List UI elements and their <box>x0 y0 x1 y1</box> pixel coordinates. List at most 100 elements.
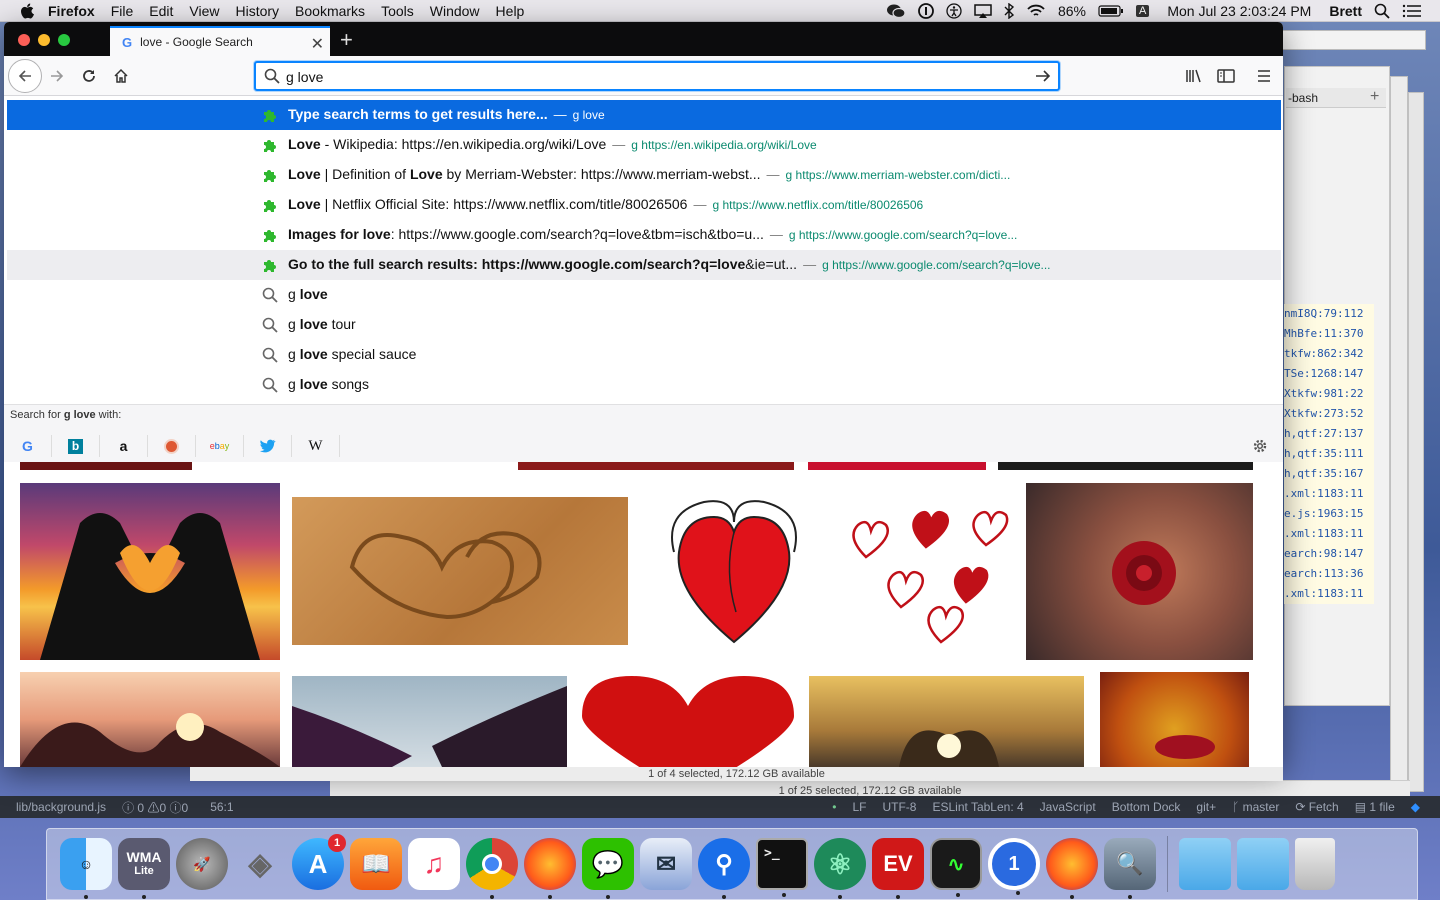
menu-button[interactable] <box>1249 62 1279 90</box>
autocomplete-extension-row[interactable]: Love | Netflix Official Site: https://ww… <box>7 190 1281 220</box>
apple-icon[interactable] <box>20 3 34 19</box>
menu-history[interactable]: History <box>227 3 287 19</box>
bluetooth-status-icon[interactable] <box>998 3 1020 19</box>
app-store-dock-icon[interactable]: A1 <box>292 834 346 890</box>
menu-app-name[interactable]: Firefox <box>34 3 103 19</box>
terminal-dock-icon[interactable]: >_ <box>756 838 808 897</box>
engine-wikipedia-button[interactable]: W <box>292 435 340 457</box>
clock[interactable]: Mon Jul 23 2:03:24 PM <box>1155 3 1317 19</box>
engine-bing-button[interactable]: b <box>52 435 100 457</box>
search-suggestion-row[interactable]: g love <box>7 280 1281 310</box>
wifi-status-icon[interactable] <box>1020 3 1052 19</box>
image-result-partial[interactable] <box>518 462 794 470</box>
finder-dock-icon[interactable]: ☺ <box>60 838 112 899</box>
onepassword-status-icon[interactable] <box>912 3 940 19</box>
autocomplete-extension-row[interactable]: Love | Definition of Love by Merriam-Web… <box>7 160 1281 190</box>
url-input[interactable] <box>286 67 1026 87</box>
image-result-holding-hands[interactable] <box>292 676 567 767</box>
input-source-indicator[interactable]: A <box>1130 5 1155 17</box>
atom-dock-icon[interactable]: ⚛ <box>814 838 866 899</box>
search-suggestion-row[interactable]: g love special sauce <box>7 340 1281 370</box>
menu-tools[interactable]: Tools <box>373 3 422 19</box>
autocomplete-extension-row[interactable]: Images for love: https://www.google.com/… <box>7 220 1281 250</box>
image-result-hands-heart-sunset[interactable] <box>20 483 280 660</box>
itunes-dock-icon[interactable]: ♫ <box>408 838 460 890</box>
image-result-doodle-hearts[interactable] <box>836 497 1014 647</box>
image-result-partial[interactable] <box>20 462 192 470</box>
image-result-red-heart[interactable] <box>582 676 794 767</box>
search-suggestion-row[interactable]: g love tour <box>7 310 1281 340</box>
user-name[interactable]: Brett <box>1317 3 1368 19</box>
close-tab-icon[interactable]: ✕ <box>311 34 324 54</box>
zoom-window-button[interactable] <box>58 34 70 46</box>
menu-file[interactable]: File <box>103 3 142 19</box>
reload-button[interactable] <box>74 62 104 90</box>
image-result-partial[interactable] <box>808 462 986 470</box>
maps-pin-dock-icon[interactable]: ⚲ <box>698 838 750 899</box>
image-result-kiss[interactable] <box>1100 672 1249 767</box>
library-button[interactable] <box>1179 62 1209 90</box>
engine-duckduckgo-button[interactable] <box>148 435 196 457</box>
trash-dock-icon[interactable] <box>1295 838 1335 890</box>
accessibility-status-icon[interactable] <box>940 3 968 19</box>
wechat-status-icon[interactable] <box>880 3 912 19</box>
new-terminal-tab-icon[interactable]: + <box>1370 88 1379 106</box>
status-cursor-position[interactable]: 56:1 <box>196 800 241 814</box>
launchpad-dock-icon[interactable]: 🚀 <box>176 838 228 890</box>
status-encoding[interactable]: UTF-8 <box>874 800 924 814</box>
menu-bookmarks[interactable]: Bookmarks <box>287 3 373 19</box>
sidebar-button[interactable] <box>1211 62 1241 90</box>
tab-google-search[interactable]: G love - Google Search ✕ <box>110 26 330 56</box>
wechat-dock-icon[interactable]: 💬 <box>582 838 634 899</box>
image-result-heart-in-hands[interactable] <box>644 492 819 650</box>
status-file-path[interactable]: lib/background.js <box>0 800 114 814</box>
image-result-rose-in-hand[interactable] <box>1026 483 1253 660</box>
status-linter[interactable]: ESLint TabLen: 4 <box>924 800 1031 814</box>
menu-help[interactable]: Help <box>488 3 533 19</box>
status-fetch[interactable]: ⟳ Fetch <box>1287 800 1346 814</box>
engine-amazon-button[interactable]: a <box>100 435 148 457</box>
image-result-hands-sunset-2[interactable] <box>20 672 280 767</box>
wma-lite-dock-icon[interactable]: WMA Lite <box>118 838 170 899</box>
engine-twitter-button[interactable] <box>244 435 292 457</box>
battery-icon[interactable] <box>1092 4 1130 18</box>
chrome-dock-icon[interactable] <box>466 838 518 899</box>
activity-monitor-dock-icon[interactable]: ∿ <box>930 838 982 897</box>
ibooks-dock-icon[interactable]: 📖 <box>350 838 402 890</box>
status-grammar[interactable]: JavaScript <box>1032 800 1104 814</box>
expressvpn-dock-icon[interactable]: EV <box>872 838 924 899</box>
documents-folder-dock-icon[interactable] <box>1237 838 1289 890</box>
status-lint-counts[interactable]: ⓘ 0 ⚠0 ⓘ0 <box>114 799 196 816</box>
minimize-window-button[interactable] <box>38 34 50 46</box>
xcode-instruments-dock-icon[interactable]: ◈ <box>234 838 286 890</box>
mail-dock-icon[interactable]: ✉ <box>640 838 692 890</box>
menu-view[interactable]: View <box>181 3 227 19</box>
forward-button[interactable] <box>42 62 72 90</box>
image-result-partial[interactable] <box>998 462 1253 470</box>
menu-edit[interactable]: Edit <box>141 3 181 19</box>
status-line-ending[interactable]: LF <box>844 800 874 814</box>
preview-dock-icon[interactable]: 🔍 <box>1104 838 1156 899</box>
go-arrow-icon[interactable] <box>1034 68 1052 84</box>
onepassword-dock-icon[interactable]: 1 <box>988 838 1040 895</box>
status-files[interactable]: ▤ 1 file <box>1347 800 1403 814</box>
status-git[interactable]: git+ <box>1188 800 1224 814</box>
firefox-dev-dock-icon[interactable] <box>524 838 576 899</box>
image-result-sand-hearts[interactable] <box>292 497 628 645</box>
search-suggestion-row[interactable]: g love songs <box>7 370 1281 400</box>
close-window-button[interactable] <box>18 34 30 46</box>
notification-center-icon[interactable] <box>1396 4 1440 18</box>
home-button[interactable] <box>106 62 136 90</box>
new-tab-icon[interactable]: + <box>340 27 353 53</box>
battery-percent[interactable]: 86% <box>1052 3 1092 19</box>
back-button[interactable] <box>8 59 42 93</box>
autocomplete-extension-row[interactable]: Love - Wikipedia: https://en.wikipedia.o… <box>7 130 1281 160</box>
url-bar[interactable] <box>254 61 1060 91</box>
status-blue-icon[interactable]: ◆ <box>1403 800 1440 814</box>
spotlight-icon[interactable] <box>1368 3 1396 19</box>
airplay-status-icon[interactable] <box>968 3 998 19</box>
downloads-folder-dock-icon[interactable] <box>1179 838 1231 890</box>
status-branch[interactable]: ᚴ master <box>1224 800 1287 814</box>
engine-google-button[interactable]: G <box>4 435 52 457</box>
image-result-hands-heart-sun[interactable] <box>809 676 1084 767</box>
